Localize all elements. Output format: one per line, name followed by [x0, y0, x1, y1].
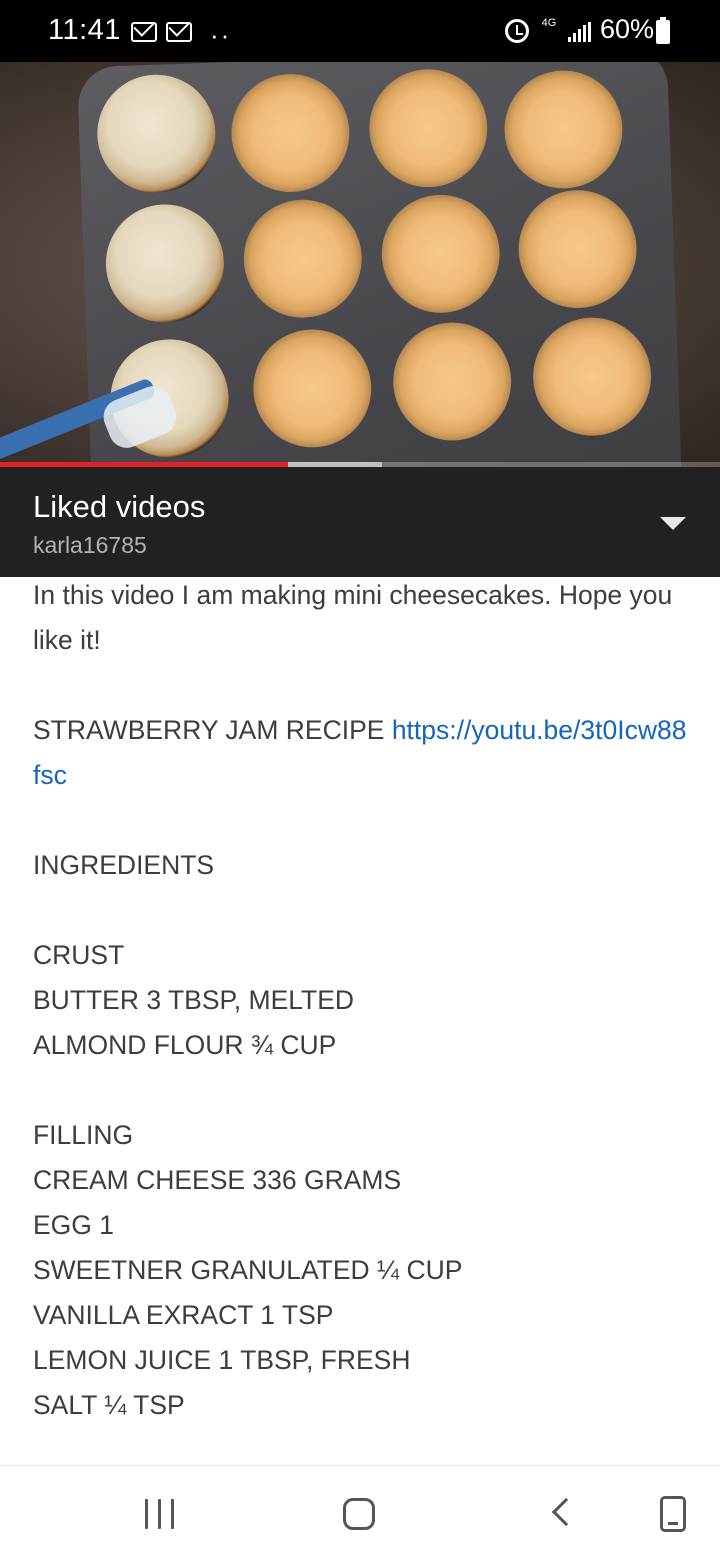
- playlist-header[interactable]: Liked videos karla16785: [0, 467, 720, 577]
- battery-percent: 60%: [600, 14, 655, 44]
- chevron-down-icon[interactable]: [660, 517, 686, 530]
- filling-heading: FILLING: [33, 1120, 134, 1150]
- playlist-title: Liked videos: [33, 489, 206, 524]
- cupcake-liner: [516, 188, 639, 311]
- crust-item: BUTTER 3 TBSP, MELTED: [33, 985, 355, 1015]
- status-bar: 11:41 ·· 4G 60%: [0, 0, 720, 62]
- jam-recipe-line: STRAWBERRY JAM RECIPE https://youtu.be/3…: [33, 708, 693, 798]
- video-player[interactable]: [0, 62, 720, 467]
- filling-item: VANILLA EXRACT 1 TSP: [33, 1300, 334, 1330]
- filling-item: SWEETNER GRANULATED ¼ CUP: [33, 1255, 463, 1285]
- cupcake-liner: [379, 192, 502, 315]
- cupcake-liner: [229, 72, 352, 195]
- cupcake-liner: [502, 68, 625, 191]
- filling-item: LEMON JUICE 1 TBSP, FRESH: [33, 1345, 411, 1375]
- back-icon[interactable]: [551, 1497, 581, 1527]
- screen-rotate-icon[interactable]: [660, 1496, 686, 1532]
- cupcake-liner: [95, 72, 218, 195]
- status-time: 11:41: [48, 14, 121, 46]
- cupcake-liner: [241, 197, 364, 320]
- cupcake-liner: [531, 315, 654, 438]
- filling-item: CREAM CHEESE 336 GRAMS: [33, 1165, 402, 1195]
- more-notifications-icon: ··: [210, 20, 232, 50]
- filling-item: SALT ¼ TSP: [33, 1390, 185, 1420]
- cupcake-liner: [367, 67, 490, 190]
- description-intro: In this video I am making mini cheesecak…: [33, 580, 680, 655]
- ingredients-heading: INGREDIENTS: [33, 850, 215, 880]
- video-description: In this video I am making mini cheesecak…: [33, 573, 693, 1428]
- jam-recipe-label: STRAWBERRY JAM RECIPE: [33, 715, 392, 745]
- network-type-icon: 4G: [541, 17, 557, 29]
- crust-item: ALMOND FLOUR ¾ CUP: [33, 1030, 337, 1060]
- filling-item: EGG 1: [33, 1210, 115, 1240]
- home-icon[interactable]: [343, 1498, 375, 1530]
- mail-icon: [131, 22, 157, 42]
- crust-heading: CRUST: [33, 940, 125, 970]
- system-navigation-bar: [0, 1465, 720, 1560]
- signal-icon: [568, 22, 592, 42]
- cupcake-liner: [391, 320, 514, 443]
- battery-icon: [656, 17, 670, 44]
- cupcake-liner: [251, 327, 374, 450]
- playlist-owner: karla16785: [33, 532, 147, 558]
- alarm-icon: [505, 19, 529, 43]
- cupcake-liner: [103, 202, 226, 325]
- gmail-icon: [166, 22, 192, 42]
- recent-apps-icon[interactable]: [145, 1499, 175, 1529]
